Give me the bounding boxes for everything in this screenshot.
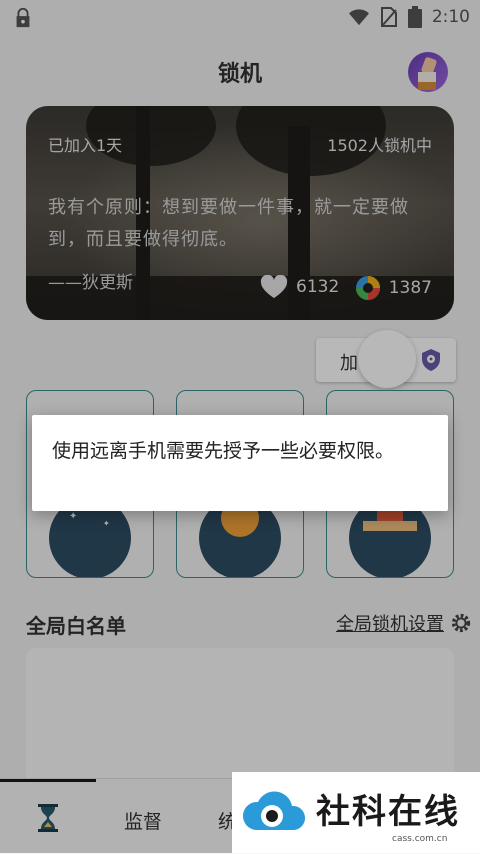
permission-dialog: 使用远离手机需要先授予一些必要权限。 — [32, 415, 448, 511]
watermark: 社科在线 cass.com.cn — [232, 772, 480, 853]
watermark-url: cass.com.cn — [392, 834, 448, 844]
cloud-eye-logo-icon — [242, 791, 306, 830]
permission-message: 使用远离手机需要先授予一些必要权限。 — [52, 440, 395, 462]
watermark-text: 社科在线 — [316, 792, 460, 832]
